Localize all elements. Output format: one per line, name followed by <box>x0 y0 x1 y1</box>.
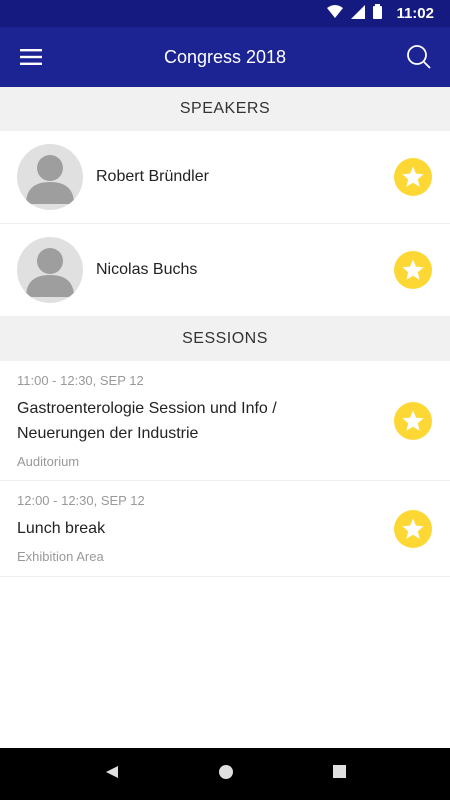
session-title: Gastroenterologie Session und Info / Neu… <box>17 399 277 442</box>
session-item[interactable]: 12:00 - 12:30, SEP 12 Lunch break Exhibi… <box>0 481 450 577</box>
menu-icon[interactable] <box>18 44 44 70</box>
signal-icon <box>351 4 366 23</box>
session-location: Auditorium <box>17 453 80 469</box>
speaker-item[interactable]: Robert Bründler <box>0 131 450 224</box>
speakers-header: SPEAKERS <box>0 87 450 131</box>
home-icon[interactable] <box>218 764 233 784</box>
back-icon[interactable] <box>105 765 119 784</box>
navigation-bar <box>0 748 450 800</box>
avatar <box>17 237 83 303</box>
star-icon[interactable] <box>394 509 432 548</box>
session-time: 12:00 - 12:30, SEP 12 <box>17 493 145 508</box>
star-icon[interactable] <box>394 251 432 289</box>
speaker-name: Nicolas Buchs <box>96 261 198 278</box>
recents-icon[interactable] <box>332 765 346 783</box>
avatar <box>17 144 83 210</box>
search-icon[interactable] <box>406 44 432 70</box>
session-location: Exhibition Area <box>17 549 104 564</box>
battery-icon <box>373 4 383 23</box>
app-title: Congress 2018 <box>163 46 287 67</box>
wifi-icon <box>327 4 344 23</box>
speaker-name: Robert Bründler <box>96 168 209 185</box>
app-bar: Congress 2018 <box>0 27 450 87</box>
speaker-item[interactable]: Nicolas Buchs <box>0 224 450 317</box>
sessions-header: SESSIONS <box>0 317 450 361</box>
star-icon[interactable] <box>394 158 432 196</box>
status-time: 11:02 <box>396 5 434 22</box>
status-bar: 11:02 <box>0 0 450 27</box>
star-icon[interactable] <box>394 401 432 440</box>
session-time: 11:00 - 12:30, SEP 12 <box>17 372 144 388</box>
session-title: Lunch break <box>17 520 106 537</box>
session-item[interactable]: 11:00 - 12:30, SEP 12 Gastroenterologie … <box>0 361 450 481</box>
